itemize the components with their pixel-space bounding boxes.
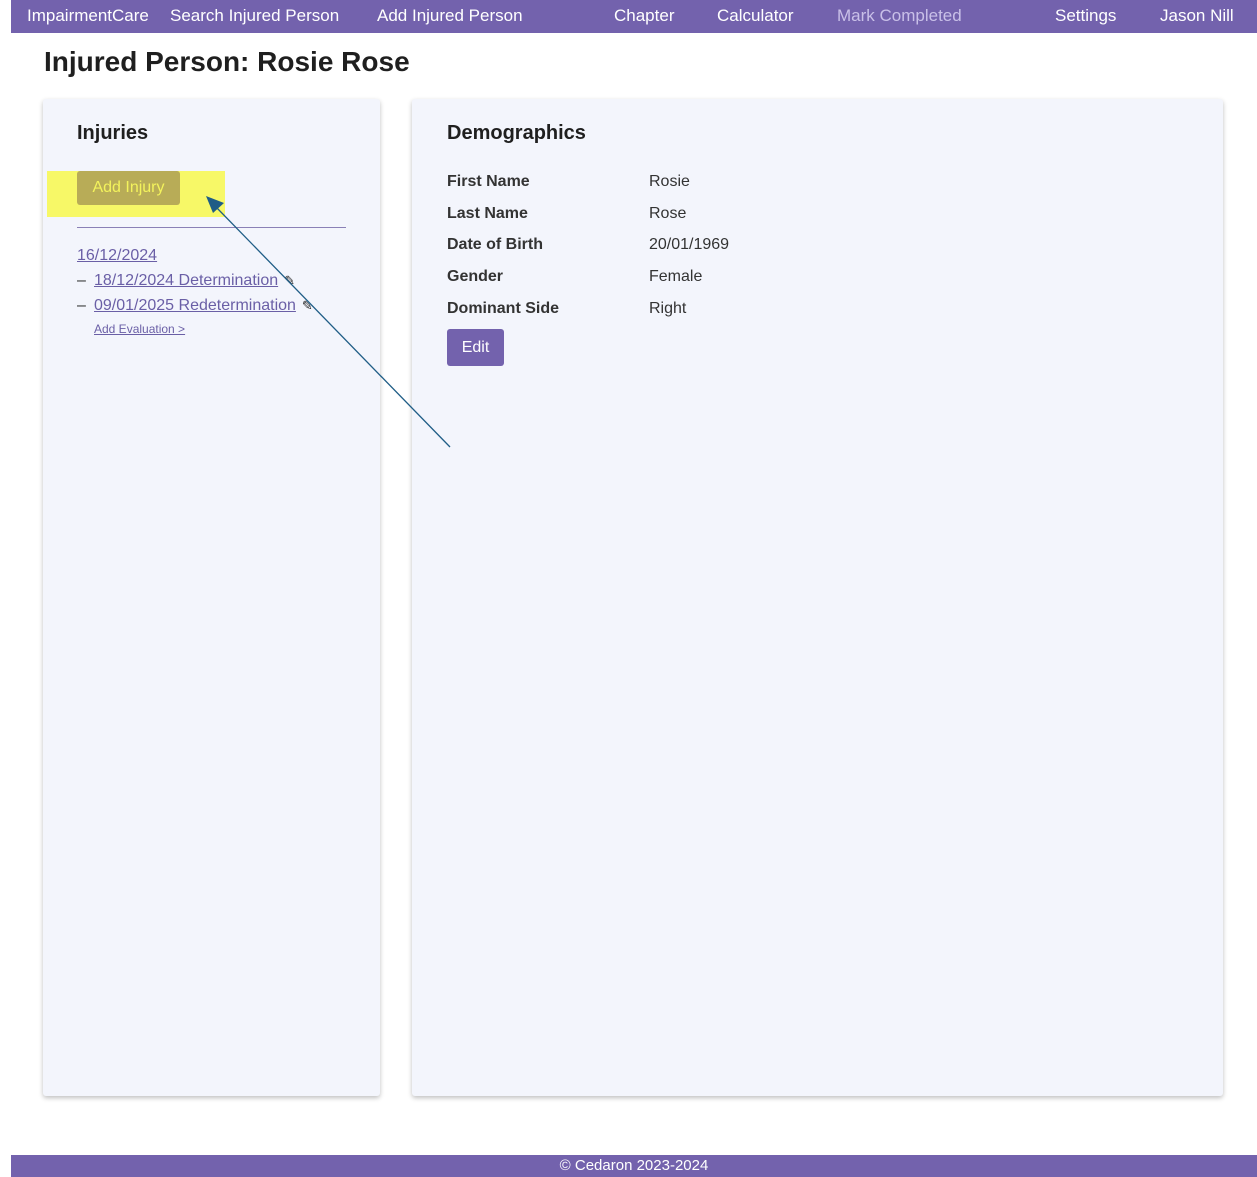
nav-settings[interactable]: Settings — [1055, 0, 1116, 33]
field-label: Dominant Side — [447, 300, 560, 317]
demographics-heading: Demographics — [447, 122, 586, 144]
pencil-icon[interactable]: ✎ — [302, 298, 313, 314]
page-title: Injured Person: Rosie Rose — [44, 46, 410, 77]
nav-calculator[interactable]: Calculator — [717, 0, 794, 33]
nav-mark-completed[interactable]: Mark Completed — [837, 0, 962, 33]
list-dash: – — [77, 297, 86, 314]
field-label: First Name — [447, 173, 530, 190]
injuries-card: Injuries Add Injury 16/12/2024 –18/12/20… — [43, 99, 380, 1096]
field-value: 20/01/1969 — [649, 236, 730, 253]
field-value: Rose — [649, 205, 687, 222]
evaluation-item: –18/12/2024 Determination ✎ — [77, 272, 295, 290]
nav-user-menu[interactable]: Jason Nill — [1160, 0, 1234, 33]
nav-brand-link[interactable]: ImpairmentCare — [27, 0, 149, 33]
nav-search-injured-person[interactable]: Search Injured Person — [170, 0, 339, 33]
footer: © Cedaron 2023-2024 — [11, 1155, 1257, 1177]
top-navigation-bar: ImpairmentCare Search Injured Person Add… — [11, 0, 1257, 33]
field-value: Female — [649, 268, 703, 285]
field-value: Right — [649, 300, 687, 317]
pencil-icon[interactable]: ✎ — [284, 273, 295, 289]
add-injury-button[interactable]: Add Injury — [77, 171, 180, 205]
evaluation-item: –09/01/2025 Redetermination ✎ — [77, 297, 313, 315]
edit-button[interactable]: Edit — [447, 329, 504, 366]
nav-chapter[interactable]: Chapter — [614, 0, 674, 33]
evaluation-link-redetermination[interactable]: 09/01/2025 Redetermination — [94, 297, 296, 314]
field-label: Gender — [447, 268, 504, 285]
injuries-heading: Injuries — [77, 122, 149, 144]
demographics-card: Demographics First Name Rosie Last Name … — [412, 99, 1223, 1096]
list-dash: – — [77, 272, 86, 289]
nav-add-injured-person[interactable]: Add Injured Person — [377, 0, 523, 33]
divider — [77, 227, 346, 228]
field-value: Rosie — [649, 173, 690, 190]
field-label: Date of Birth — [447, 236, 543, 253]
evaluation-link-determination[interactable]: 18/12/2024 Determination — [94, 272, 278, 289]
injury-date-link[interactable]: 16/12/2024 — [77, 247, 157, 265]
add-evaluation-link[interactable]: Add Evaluation > — [94, 322, 185, 336]
field-label: Last Name — [447, 205, 528, 222]
